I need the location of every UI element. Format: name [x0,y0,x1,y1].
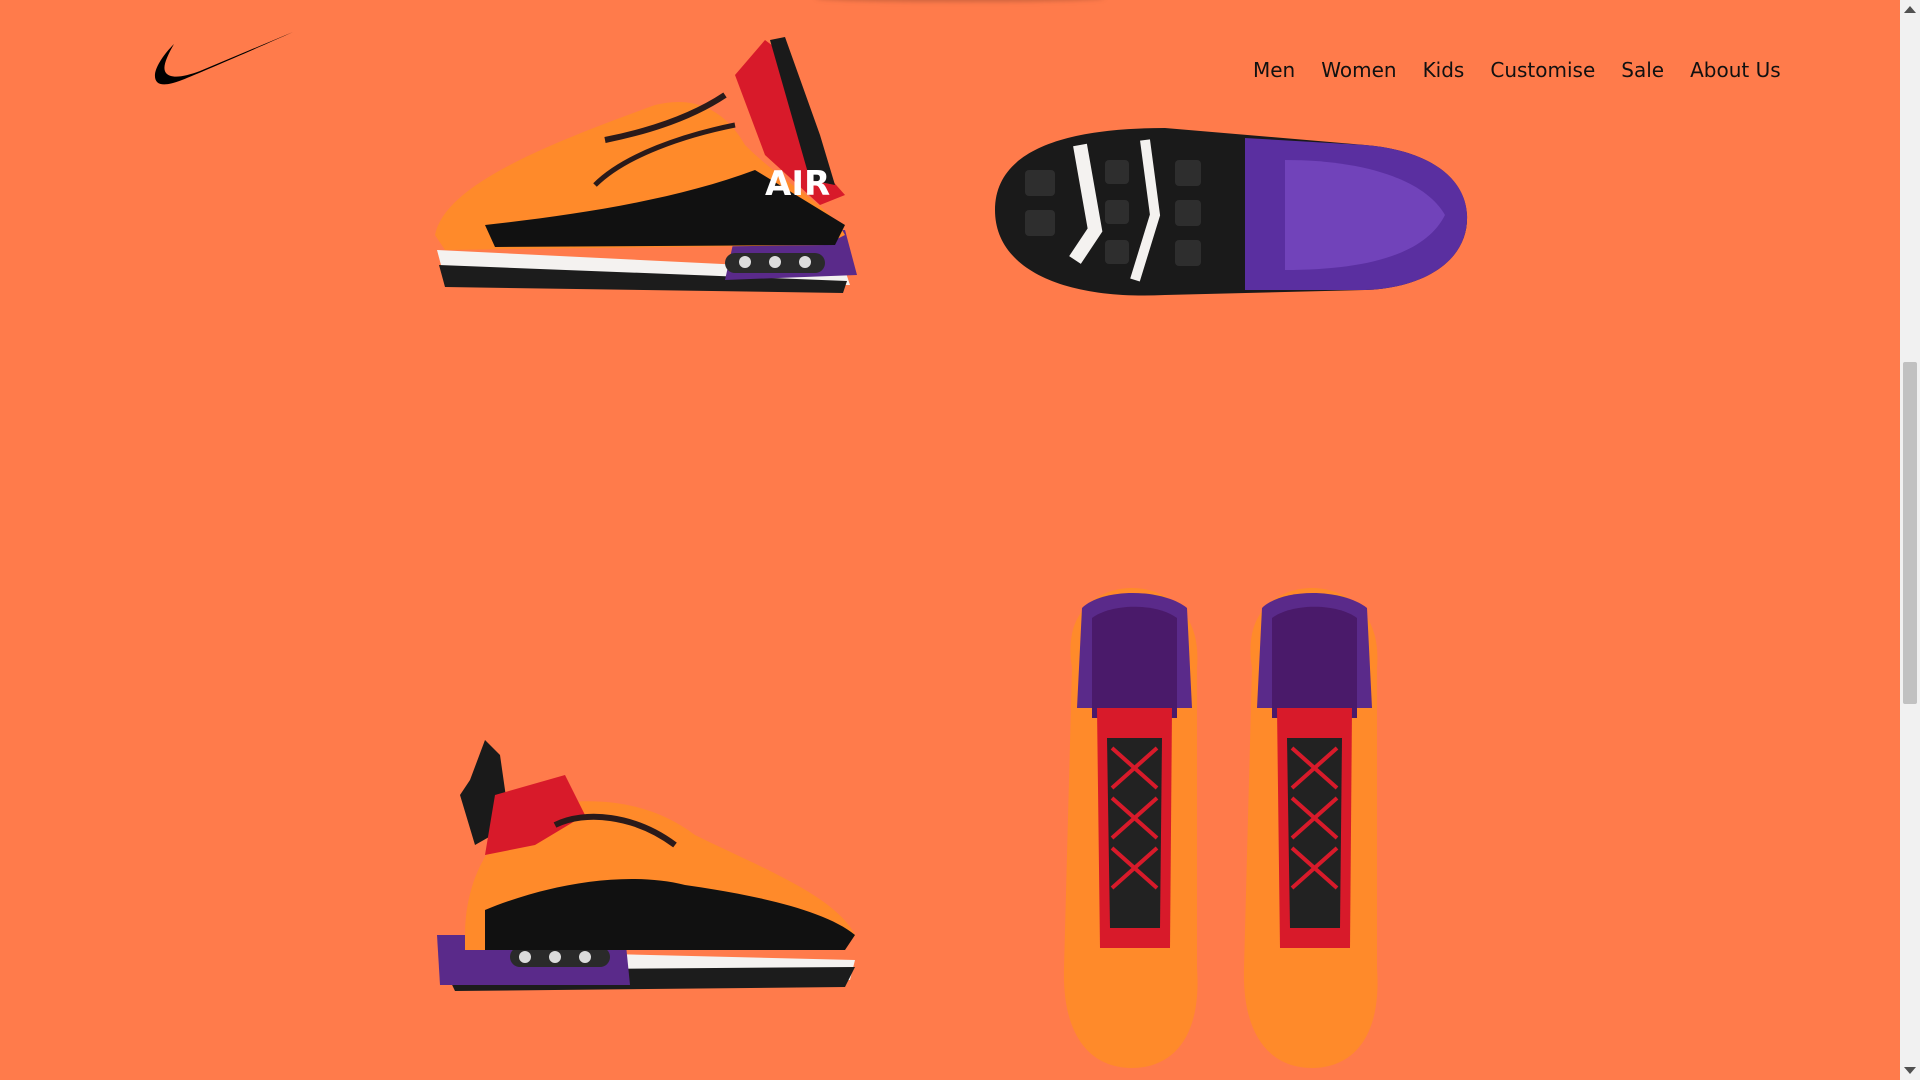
shoe-sole-view [995,128,1468,296]
page-viewport: Men Women Kids Customise Sale About Us A… [0,0,1900,1080]
nav-item-about-us[interactable]: About Us [1690,56,1781,84]
main-nav: Men Women Kids Customise Sale About Us [1253,56,1781,84]
svg-text:AIR: AIR [765,164,830,204]
nike-swoosh-icon[interactable] [152,32,294,92]
shoe-side-view: AIR [435,37,857,293]
shoe-medial-view [437,740,855,991]
nav-item-men[interactable]: Men [1253,56,1295,84]
scrollbar-thumb[interactable] [1903,362,1917,704]
scroll-down-icon[interactable] [1904,1067,1916,1074]
previous-image-shadow [815,0,1105,2]
scroll-up-icon[interactable] [1904,6,1916,13]
nav-item-kids[interactable]: Kids [1423,56,1465,84]
nav-item-women[interactable]: Women [1321,56,1396,84]
shoe-top-view [1063,588,1378,1068]
nav-item-sale[interactable]: Sale [1621,56,1664,84]
vertical-scrollbar[interactable] [1900,0,1920,1080]
nav-item-customise[interactable]: Customise [1490,56,1595,84]
